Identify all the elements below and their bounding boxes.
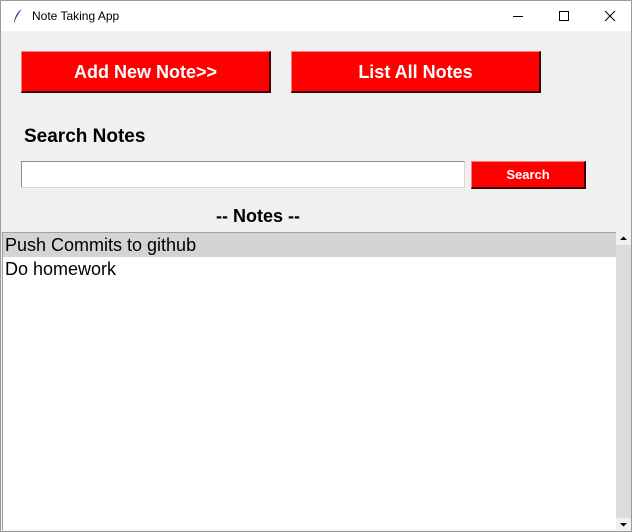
search-notes-heading: Search Notes [24,126,146,147]
arrow-down-icon [620,523,627,527]
scroll-track[interactable] [616,245,631,518]
notes-scrollbar[interactable] [616,232,631,531]
add-new-note-button[interactable]: Add New Note>> [21,51,271,93]
arrow-up-icon [620,236,627,240]
list-item[interactable]: Push Commits to github [3,233,616,257]
app-window: Note Taking App Add New Note>> List All … [0,0,632,532]
search-input[interactable] [21,161,465,188]
close-icon [604,10,616,22]
minimize-button[interactable] [495,1,541,31]
maximize-icon [559,11,569,21]
feather-icon [11,8,25,24]
scroll-up-button[interactable] [616,232,631,245]
close-button[interactable] [587,1,631,31]
window-title: Note Taking App [32,9,120,23]
title-bar[interactable]: Note Taking App [1,1,631,31]
scroll-down-button[interactable] [616,518,631,531]
search-button[interactable]: Search [471,161,586,189]
list-item[interactable]: Do homework [3,257,616,281]
notes-listbox[interactable]: Push Commits to github Do homework [2,232,616,530]
maximize-button[interactable] [541,1,587,31]
list-all-notes-button[interactable]: List All Notes [291,51,541,93]
minimize-icon [513,16,523,17]
notes-heading: -- Notes -- [216,206,300,226]
